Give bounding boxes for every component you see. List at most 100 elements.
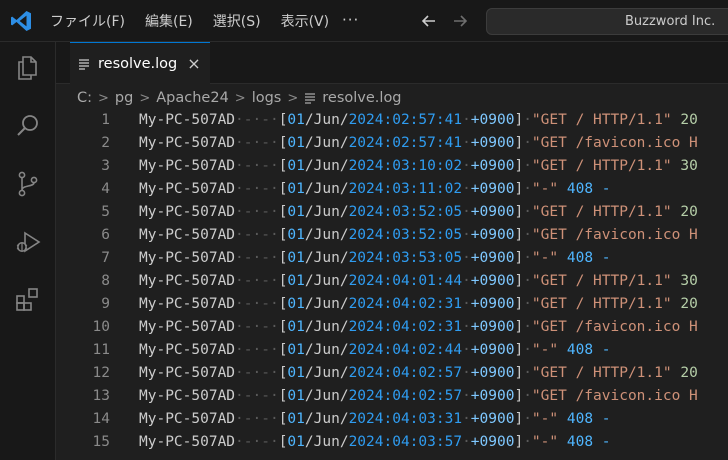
log-month: Jun — [313, 365, 340, 381]
log-datetime: 2024:03:53:05 — [348, 250, 463, 266]
log-month: Jun — [313, 342, 340, 358]
search-text: Buzzword Inc. — [625, 14, 716, 29]
breadcrumb-apache24[interactable]: Apache24 — [156, 90, 229, 106]
log-day: 01 — [287, 181, 305, 197]
extensions-icon[interactable] — [14, 286, 42, 314]
line-content: My-PC-507AD·-·-·[01/Jun/2024:04:02:31·+0… — [139, 316, 698, 339]
log-timezone: +0900 — [470, 296, 515, 312]
log-timezone: +0900 — [470, 158, 515, 174]
log-slash: / — [304, 158, 314, 174]
menu-file[interactable]: ファイル(F) — [50, 11, 125, 31]
log-slash: / — [304, 434, 314, 450]
log-space: · — [523, 273, 532, 289]
code-line: 1 My-PC-507AD·-·-·[01/Jun/2024:02:57:41·+… — [56, 109, 728, 132]
log-request: "GET /favicon.ico H — [531, 388, 698, 404]
chevron-right-icon: > — [139, 90, 151, 106]
line-content: My-PC-507AD·-·-·[01/Jun/2024:04:03:31·+0… — [139, 408, 611, 431]
search-icon[interactable] — [14, 112, 42, 140]
log-datetime: 2024:03:52:05 — [348, 227, 463, 243]
log-timezone: +0900 — [470, 365, 515, 381]
log-day: 01 — [287, 411, 305, 427]
back-arrow-icon[interactable] — [418, 10, 440, 32]
log-slash: / — [304, 365, 314, 381]
log-datetime: 2024:03:10:02 — [348, 158, 463, 174]
log-datetime: 2024:03:52:05 — [348, 204, 463, 220]
log-month: Jun — [313, 204, 340, 220]
log-bracket: ] — [514, 135, 524, 151]
run-debug-icon[interactable] — [14, 228, 42, 256]
log-dash-separator: ·-·-· — [235, 158, 279, 174]
log-bracket: ] — [514, 273, 524, 289]
log-space: · — [462, 296, 471, 312]
tab-resolve-log[interactable]: resolve.log × — [70, 42, 210, 84]
forward-arrow-icon[interactable] — [449, 10, 471, 32]
log-dash-separator: ·-·-· — [235, 135, 279, 151]
log-slash: / — [304, 227, 314, 243]
activity-bar — [0, 42, 56, 460]
log-timezone: +0900 — [470, 112, 515, 128]
log-request: "GET / HTTP/1.1" — [531, 365, 672, 381]
code-line: 3 My-PC-507AD·-·-·[01/Jun/2024:03:10:02·+… — [56, 155, 728, 178]
breadcrumb-file[interactable]: resolve.log — [322, 90, 401, 106]
log-month: Jun — [313, 112, 340, 128]
log-host: My-PC-507AD — [139, 319, 236, 335]
line-number: 12 — [92, 365, 110, 381]
log-host: My-PC-507AD — [139, 158, 236, 174]
line-number: 6 — [101, 227, 110, 243]
breadcrumb-pg[interactable]: pg — [115, 90, 133, 106]
log-timezone: +0900 — [470, 434, 515, 450]
code-line: 6 My-PC-507AD·-·-·[01/Jun/2024:03:52:05·+… — [56, 224, 728, 247]
menu-selection[interactable]: 選択(S) — [213, 11, 261, 31]
log-host: My-PC-507AD — [139, 135, 236, 151]
menu-edit[interactable]: 編集(E) — [145, 11, 193, 31]
file-lines-icon — [79, 58, 89, 70]
log-space: · — [462, 135, 471, 151]
log-timezone: +0900 — [470, 227, 515, 243]
breadcrumb-logs[interactable]: logs — [252, 90, 282, 106]
breadcrumb-drive[interactable]: C: — [77, 90, 92, 106]
log-status: 408 - — [558, 342, 611, 358]
line-content: My-PC-507AD·-·-·[01/Jun/2024:04:02:44·+0… — [139, 339, 611, 362]
log-day: 01 — [287, 296, 305, 312]
log-slash: / — [304, 296, 314, 312]
log-dash-separator: ·-·-· — [235, 227, 279, 243]
source-control-icon[interactable] — [14, 170, 42, 198]
line-number: 3 — [101, 158, 110, 174]
log-host: My-PC-507AD — [139, 204, 236, 220]
code-line: 10 My-PC-507AD·-·-·[01/Jun/2024:04:02:31·… — [56, 316, 728, 339]
line-number: 1 — [101, 112, 110, 128]
log-timezone: +0900 — [470, 342, 515, 358]
log-bracket: ] — [514, 319, 524, 335]
log-month: Jun — [313, 411, 340, 427]
log-space: · — [462, 158, 471, 174]
explorer-icon[interactable] — [14, 54, 42, 82]
log-datetime: 2024:03:11:02 — [348, 181, 463, 197]
log-bracket: ] — [514, 227, 524, 243]
log-day: 01 — [287, 273, 305, 289]
command-center-search[interactable]: Buzzword Inc. — [486, 8, 728, 35]
log-slash: / — [304, 112, 314, 128]
more-menu-button[interactable]: ··· — [342, 11, 359, 29]
log-timezone: +0900 — [470, 319, 515, 335]
log-month: Jun — [313, 434, 340, 450]
log-slash: / — [304, 342, 314, 358]
log-bracket: ] — [514, 250, 524, 266]
log-bracket: ] — [514, 296, 524, 312]
log-space: · — [523, 181, 532, 197]
log-day: 01 — [287, 342, 305, 358]
log-space: · — [523, 296, 532, 312]
close-icon[interactable]: × — [187, 54, 200, 73]
code-editor[interactable]: 1 My-PC-507AD·-·-·[01/Jun/2024:02:57:41·+… — [56, 108, 728, 460]
line-number: 10 — [92, 319, 110, 335]
code-line: 4 My-PC-507AD·-·-·[01/Jun/2024:03:11:02·+… — [56, 178, 728, 201]
log-request: "GET /favicon.ico H — [531, 135, 698, 151]
log-space: · — [462, 319, 471, 335]
log-month: Jun — [313, 319, 340, 335]
log-space: · — [462, 342, 471, 358]
chevron-right-icon: > — [234, 90, 246, 106]
log-timezone: +0900 — [470, 388, 515, 404]
log-day: 01 — [287, 319, 305, 335]
menu-view[interactable]: 表示(V) — [281, 11, 330, 31]
code-line: 11 My-PC-507AD·-·-·[01/Jun/2024:04:02:44·… — [56, 339, 728, 362]
log-space: · — [462, 365, 471, 381]
